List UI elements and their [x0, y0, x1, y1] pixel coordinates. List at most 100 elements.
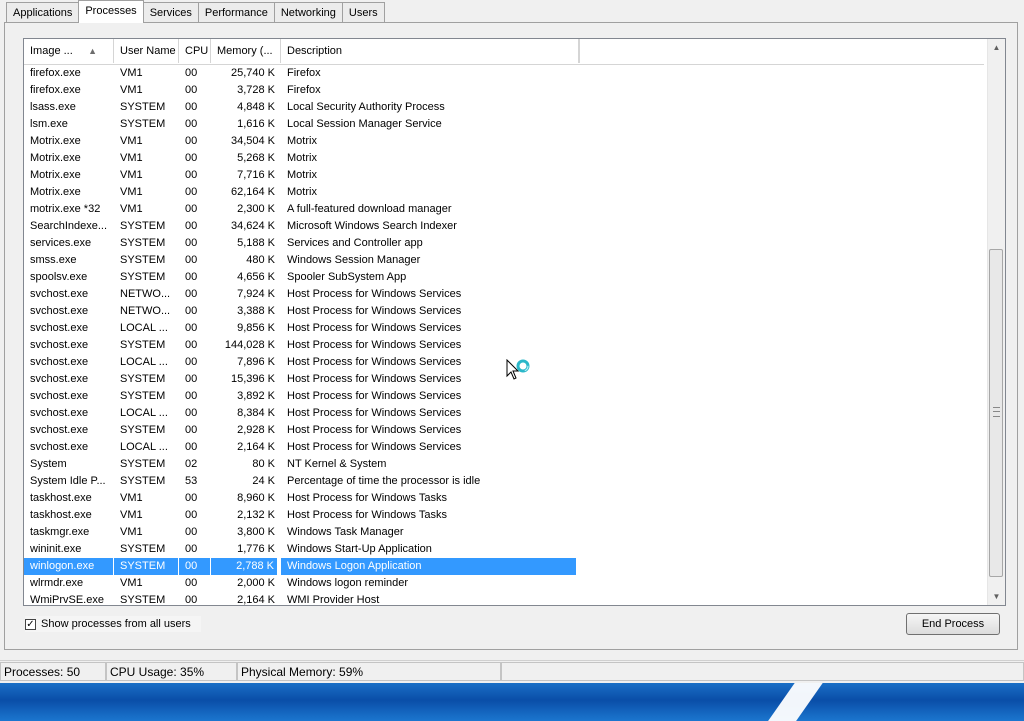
- process-memory: 2,164 K: [237, 594, 275, 606]
- table-row[interactable]: smss.exe SYSTEM 00 480 K Windows Session Man…: [24, 252, 984, 269]
- table-row-selected[interactable]: winlogon.exe SYSTEM 00 2,788 K Windows Logon…: [24, 558, 984, 575]
- process-cpu: 00: [185, 543, 198, 555]
- show-all-users-label: Show processes from all users: [41, 618, 191, 630]
- process-description: Firefox: [287, 84, 321, 96]
- process-image-name: svchost.exe: [30, 407, 89, 419]
- vertical-scrollbar[interactable]: ▲ ▼: [987, 39, 1005, 605]
- table-row[interactable]: taskhost.exe VM1 00 8,960 K Host Process for…: [24, 490, 984, 507]
- tab-performance[interactable]: Performance: [197, 2, 275, 22]
- table-row[interactable]: Motrix.exe VM1 00 34,504 K Motrix: [24, 133, 984, 150]
- column-header-user-name[interactable]: User Name: [114, 39, 179, 63]
- table-row[interactable]: svchost.exe SYSTEM 00 3,892 K Host Process f…: [24, 388, 984, 405]
- process-description: Host Process for Windows Services: [287, 305, 462, 317]
- column-header-image-name[interactable]: Image ... ▲: [24, 39, 114, 63]
- table-row[interactable]: taskhost.exe VM1 00 2,132 K Host Process for…: [24, 507, 984, 524]
- process-user-name: LOCAL ...: [120, 322, 168, 334]
- process-image-name: svchost.exe: [30, 390, 89, 402]
- table-row[interactable]: svchost.exe LOCAL ... 00 7,896 K Host Proces…: [24, 354, 984, 371]
- table-row[interactable]: svchost.exe SYSTEM 00 2,928 K Host Process f…: [24, 422, 984, 439]
- scroll-down-arrow-icon[interactable]: ▼: [988, 588, 1005, 605]
- process-memory: 3,892 K: [237, 390, 275, 402]
- process-image-name: lsm.exe: [30, 118, 68, 130]
- table-row[interactable]: firefox.exe VM1 00 3,728 K Firefox: [24, 82, 984, 99]
- process-image-name: taskhost.exe: [30, 509, 92, 521]
- tab-networking[interactable]: Networking: [273, 2, 343, 22]
- table-row[interactable]: System SYSTEM 02 80 K NT Kernel & System: [24, 456, 984, 473]
- table-row[interactable]: svchost.exe NETWO... 00 7,924 K Host Process…: [24, 286, 984, 303]
- process-user-name: SYSTEM: [120, 118, 166, 130]
- process-cpu: 00: [185, 254, 198, 266]
- tab-applications[interactable]: Applications: [6, 2, 80, 22]
- process-user-name: SYSTEM: [114, 558, 179, 575]
- table-row[interactable]: taskmgr.exe VM1 00 3,800 K Windows Task Mana…: [24, 524, 984, 541]
- process-rows: firefox.exe VM1 00 25,740 K Firefox firefox.e…: [24, 65, 984, 606]
- table-row[interactable]: svchost.exe SYSTEM 00 15,396 K Host Process …: [24, 371, 984, 388]
- table-row[interactable]: motrix.exe *32 VM1 00 2,300 K A full-feature…: [24, 201, 984, 218]
- process-description: Host Process for Windows Services: [287, 390, 462, 402]
- process-user-name: SYSTEM: [120, 271, 166, 283]
- table-row[interactable]: lsass.exe SYSTEM 00 4,848 K Local Security A…: [24, 99, 984, 116]
- process-user-name: LOCAL ...: [120, 441, 168, 453]
- table-row[interactable]: wininit.exe SYSTEM 00 1,776 K Windows Start-…: [24, 541, 984, 558]
- sort-up-arrow-icon: ▲: [88, 46, 97, 56]
- process-cpu: 00: [185, 288, 198, 300]
- process-cpu: 00: [185, 135, 198, 147]
- scrollbar-thumb[interactable]: [989, 249, 1003, 577]
- process-cpu: 00: [185, 118, 198, 130]
- scroll-up-arrow-icon[interactable]: ▲: [988, 39, 1005, 56]
- table-row[interactable]: svchost.exe LOCAL ... 00 2,164 K Host Proces…: [24, 439, 984, 456]
- table-row[interactable]: SearchIndexe... SYSTEM 00 34,624 K Microsoft…: [24, 218, 984, 235]
- process-user-name: SYSTEM: [120, 339, 166, 351]
- process-cpu: 00: [185, 356, 198, 368]
- process-user-name: SYSTEM: [120, 373, 166, 385]
- end-process-button[interactable]: End Process: [906, 613, 1000, 635]
- process-memory: 3,728 K: [237, 84, 275, 96]
- process-image-name: winlogon.exe: [24, 558, 114, 575]
- status-physical-memory: Physical Memory: 59%: [237, 662, 501, 681]
- table-row[interactable]: System Idle P... SYSTEM 53 24 K Percentage o…: [24, 473, 984, 490]
- column-header-memory[interactable]: Memory (...: [211, 39, 281, 63]
- process-user-name: SYSTEM: [120, 458, 166, 470]
- process-image-name: taskhost.exe: [30, 492, 92, 504]
- table-row[interactable]: services.exe SYSTEM 00 5,188 K Services and …: [24, 235, 984, 252]
- table-row[interactable]: svchost.exe NETWO... 00 3,388 K Host Process…: [24, 303, 984, 320]
- process-memory: 8,960 K: [237, 492, 275, 504]
- column-header-cpu[interactable]: CPU: [179, 39, 211, 63]
- table-row[interactable]: wlrmdr.exe VM1 00 2,000 K Windows logon remi…: [24, 575, 984, 592]
- table-row[interactable]: Motrix.exe VM1 00 7,716 K Motrix: [24, 167, 984, 184]
- table-row[interactable]: svchost.exe SYSTEM 00 144,028 K Host Process…: [24, 337, 984, 354]
- table-row[interactable]: spoolsv.exe SYSTEM 00 4,656 K Spooler SubSys…: [24, 269, 984, 286]
- table-row[interactable]: WmiPrvSE.exe SYSTEM 00 2,164 K WMI Provider …: [24, 592, 984, 606]
- process-user-name: LOCAL ...: [120, 407, 168, 419]
- process-memory: 2,300 K: [237, 203, 275, 215]
- process-user-name: SYSTEM: [120, 594, 166, 606]
- tab-users[interactable]: Users: [341, 2, 385, 22]
- process-user-name: VM1: [120, 577, 143, 589]
- show-all-users-checkbox[interactable]: ✓: [25, 618, 36, 630]
- show-all-users-option[interactable]: ✓ Show processes from all users: [25, 616, 201, 632]
- table-row[interactable]: firefox.exe VM1 00 25,740 K Firefox: [24, 65, 984, 82]
- process-image-name: svchost.exe: [30, 356, 89, 368]
- process-list[interactable]: Image ... ▲ User Name CPU Memory (... De…: [23, 38, 1006, 606]
- table-row[interactable]: lsm.exe SYSTEM 00 1,616 K Local Session Mana…: [24, 116, 984, 133]
- tab-processes[interactable]: Processes: [78, 0, 144, 23]
- process-description: Host Process for Windows Services: [287, 322, 462, 334]
- process-user-name: VM1: [120, 526, 143, 538]
- table-row[interactable]: Motrix.exe VM1 00 5,268 K Motrix: [24, 150, 984, 167]
- process-image-name: svchost.exe: [30, 322, 89, 334]
- table-row[interactable]: Motrix.exe VM1 00 62,164 K Motrix: [24, 184, 984, 201]
- table-row[interactable]: svchost.exe LOCAL ... 00 9,856 K Host Proces…: [24, 320, 984, 337]
- column-header-description[interactable]: Description: [281, 39, 580, 63]
- process-memory: 3,388 K: [237, 305, 275, 317]
- process-description: Host Process for Windows Services: [287, 407, 462, 419]
- process-cpu: 00: [185, 322, 198, 334]
- table-row[interactable]: svchost.exe LOCAL ... 00 8,384 K Host Proces…: [24, 405, 984, 422]
- process-description: Windows Session Manager: [287, 254, 421, 266]
- process-cpu: 00: [185, 152, 198, 164]
- process-memory: 9,856 K: [237, 322, 275, 334]
- tab-services[interactable]: Services: [142, 2, 199, 22]
- process-description: Motrix: [287, 169, 317, 181]
- process-user-name: SYSTEM: [120, 390, 166, 402]
- process-image-name: svchost.exe: [30, 288, 89, 300]
- process-cpu: 00: [185, 526, 198, 538]
